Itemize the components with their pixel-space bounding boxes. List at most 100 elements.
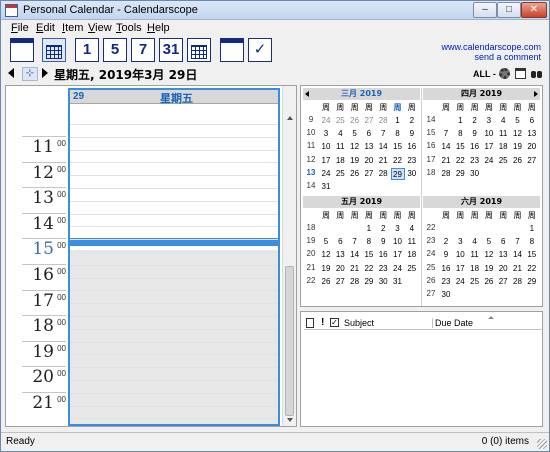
calendar-day[interactable]: 23 <box>405 155 419 167</box>
calendar-day[interactable]: 23 <box>468 155 482 167</box>
calendar-day[interactable]: 30 <box>405 168 419 180</box>
year-view-icon[interactable] <box>187 38 211 62</box>
calendar-day[interactable]: 20 <box>525 141 539 153</box>
time-slot[interactable] <box>70 354 278 356</box>
week-number[interactable]: 23 <box>425 236 437 245</box>
time-slot[interactable] <box>70 264 278 266</box>
time-slot[interactable] <box>70 316 278 317</box>
calendar-day[interactable]: 14 <box>348 249 362 261</box>
scroll-down-icon[interactable] <box>287 418 293 422</box>
calendar-day[interactable]: 25 <box>496 155 510 167</box>
calendar-day[interactable]: 1 <box>525 223 539 235</box>
week-number[interactable]: 14 <box>425 115 437 124</box>
gear-icon[interactable] <box>499 68 510 79</box>
calendar-day[interactable]: 24 <box>453 276 467 288</box>
day-view-pane[interactable]: 11 00 12 00 13 00 14 00 15 00 16 00 17 00 18 00 19 00 20 00… <box>5 85 297 427</box>
menu-edit[interactable]: Edit <box>36 22 55 34</box>
calendar-day[interactable]: 24 <box>319 115 333 127</box>
menu-help[interactable]: Help <box>147 22 170 34</box>
week-view-button[interactable]: 7 <box>131 38 155 62</box>
time-slot[interactable] <box>70 405 278 407</box>
send-comment-link[interactable]: send a comment <box>474 52 541 62</box>
calendar-day[interactable]: 26 <box>482 276 496 288</box>
calendar-day[interactable]: 13 <box>362 141 376 153</box>
month-view-button[interactable]: 31 <box>159 38 183 62</box>
calendar-day[interactable]: 11 <box>496 128 510 140</box>
binoculars-search-icon[interactable] <box>531 69 543 79</box>
time-slot[interactable] <box>70 367 278 369</box>
calendar-day[interactable]: 5 <box>482 236 496 248</box>
calendar-day[interactable]: 22 <box>391 155 405 167</box>
calendar-day[interactable]: 27 <box>333 276 347 288</box>
calendar-day[interactable]: 15 <box>525 249 539 261</box>
calendar-day[interactable]: 15 <box>362 249 376 261</box>
calendar-day[interactable]: 19 <box>482 263 496 275</box>
completed-check-icon[interactable]: ✓ <box>330 318 339 327</box>
calendar-day[interactable]: 8 <box>525 236 539 248</box>
calendar-day[interactable]: 28 <box>376 115 390 127</box>
calendar-day[interactable]: 28 <box>376 168 390 180</box>
calendar-day[interactable]: 27 <box>362 115 376 127</box>
calendar-day[interactable]: 8 <box>453 128 467 140</box>
time-slot[interactable] <box>70 303 278 305</box>
calendar-day[interactable]: 24 <box>482 155 496 167</box>
document-icon[interactable] <box>306 318 314 328</box>
calendar-day[interactable]: 11 <box>405 236 419 248</box>
time-slot[interactable] <box>70 188 278 189</box>
calendar-day[interactable]: 7 <box>348 236 362 248</box>
calendar-day[interactable]: 12 <box>482 249 496 261</box>
calendar-day[interactable]: 9 <box>405 128 419 140</box>
scroll-up-icon[interactable] <box>287 116 293 120</box>
calendar-day[interactable]: 11 <box>333 141 347 153</box>
calendar-day[interactable]: 10 <box>482 128 496 140</box>
time-slot[interactable] <box>70 149 278 151</box>
calendar-day[interactable]: 16 <box>468 141 482 153</box>
week-number[interactable]: 25 <box>425 263 437 272</box>
calendar-day[interactable]: 2 <box>439 236 453 248</box>
time-slot[interactable] <box>70 328 278 330</box>
calendar-day[interactable]: 12 <box>348 141 362 153</box>
calendar-day[interactable]: 17 <box>453 263 467 275</box>
calendar-day[interactable]: 7 <box>511 236 525 248</box>
time-slot[interactable] <box>70 175 278 177</box>
calendar-day[interactable]: 22 <box>453 155 467 167</box>
calendar-day[interactable]: 12 <box>319 249 333 261</box>
new-item-icon[interactable] <box>10 38 34 62</box>
calendar-day[interactable]: 6 <box>362 128 376 140</box>
calendar-day[interactable]: 21 <box>348 263 362 275</box>
calendar-day[interactable]: 9 <box>439 249 453 261</box>
calendar-day[interactable]: 19 <box>319 263 333 275</box>
list-view-icon[interactable] <box>220 38 244 62</box>
week-number[interactable]: 20 <box>305 249 317 258</box>
calendar-day[interactable]: 26 <box>348 115 362 127</box>
calendar-day[interactable]: 24 <box>319 168 333 180</box>
calendar-day[interactable]: 6 <box>333 236 347 248</box>
due-date-column-header[interactable]: Due Date <box>432 318 473 328</box>
calendar-day[interactable]: 27 <box>362 168 376 180</box>
calendar-day[interactable]: 14 <box>376 141 390 153</box>
calendar-day[interactable]: 8 <box>362 236 376 248</box>
previous-month-icon[interactable] <box>305 91 309 97</box>
week-number[interactable]: 21 <box>305 263 317 272</box>
calendar-day[interactable]: 28 <box>348 276 362 288</box>
calendar-day[interactable]: 7 <box>376 128 390 140</box>
calendar-day[interactable]: 21 <box>376 155 390 167</box>
calendar-day[interactable]: 11 <box>468 249 482 261</box>
week-number[interactable]: 24 <box>425 249 437 258</box>
maximize-button[interactable]: □ <box>497 2 521 18</box>
calendar-day[interactable]: 3 <box>319 128 333 140</box>
calendar-day[interactable]: 15 <box>391 141 405 153</box>
scrollbar-thumb[interactable] <box>285 266 294 416</box>
calendar-day[interactable]: 18 <box>496 141 510 153</box>
week-number[interactable]: 16 <box>425 141 437 150</box>
calendar-day[interactable]: 19 <box>348 155 362 167</box>
time-slot[interactable] <box>70 290 278 292</box>
day-view-scrollbar[interactable] <box>282 86 296 426</box>
calendar-day[interactable]: 4 <box>333 128 347 140</box>
calendar-day[interactable]: 25 <box>333 168 347 180</box>
day-header[interactable]: 29 星期五 <box>70 90 278 105</box>
calendar-day[interactable]: 14 <box>439 141 453 153</box>
calendar-day[interactable]: 21 <box>439 155 453 167</box>
calendar-day[interactable]: 19 <box>511 141 525 153</box>
tasks-check-icon[interactable]: ✓ <box>248 38 272 62</box>
